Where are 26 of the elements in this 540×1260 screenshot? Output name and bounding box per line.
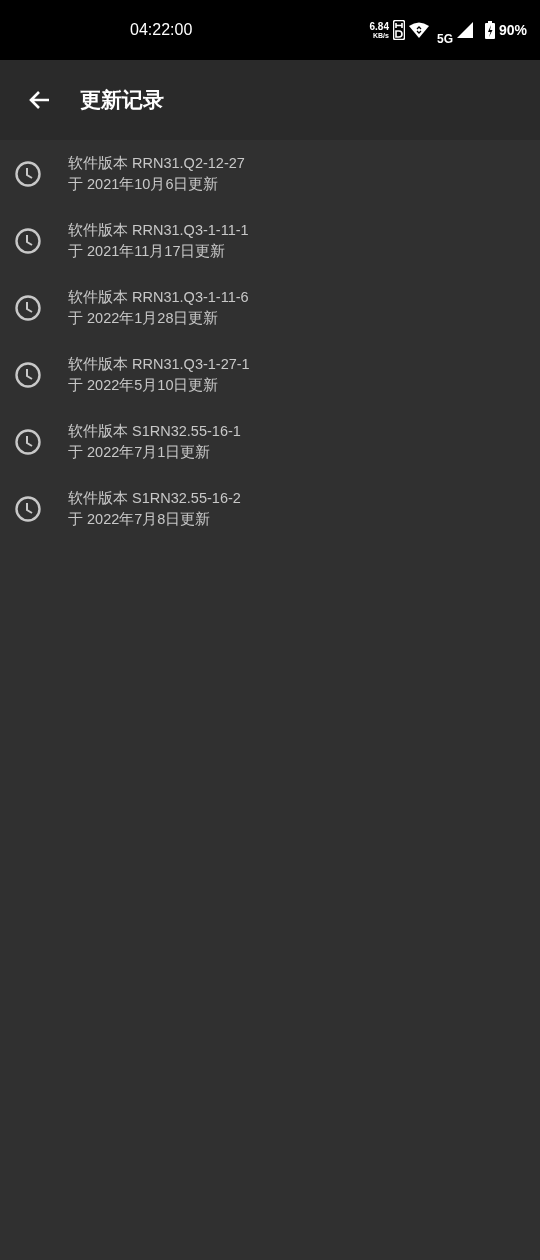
wifi-icon	[408, 22, 429, 38]
version-text: 软件版本 RRN31.Q2-12-27	[68, 153, 245, 173]
update-date: 于 2022年7月1日更新	[68, 442, 212, 462]
version-text: 软件版本 RRN31.Q3-1-27-1	[68, 354, 250, 374]
clock-icon	[14, 427, 42, 456]
page-title: 更新记录	[80, 87, 164, 114]
signal-icon	[456, 22, 473, 38]
network-type: 5G	[436, 30, 453, 48]
update-date: 于 2021年11月17日更新	[68, 241, 227, 261]
update-date: 于 2021年10月6日更新	[68, 174, 220, 194]
battery-level: 90%	[498, 20, 527, 40]
clock-icon	[14, 226, 42, 255]
version-text: 软件版本 S1RN32.55-16-2	[68, 488, 241, 508]
update-date: 于 2022年5月10日更新	[68, 375, 220, 395]
hd-icon	[392, 20, 405, 40]
clock-icon	[14, 494, 42, 523]
clock-icon	[14, 360, 42, 389]
update-date: 于 2022年7月8日更新	[68, 509, 212, 529]
update-date: 于 2022年1月28日更新	[68, 308, 220, 328]
version-text: 软件版本 S1RN32.55-16-1	[68, 421, 241, 441]
clock-icon	[14, 159, 42, 188]
clock-icon	[14, 293, 42, 322]
status-time: 04:22:00	[130, 20, 193, 40]
battery-icon	[484, 21, 495, 39]
version-text: 软件版本 RRN31.Q3-1-11-1	[68, 220, 249, 240]
version-text: 软件版本 RRN31.Q3-1-11-6	[68, 287, 249, 307]
